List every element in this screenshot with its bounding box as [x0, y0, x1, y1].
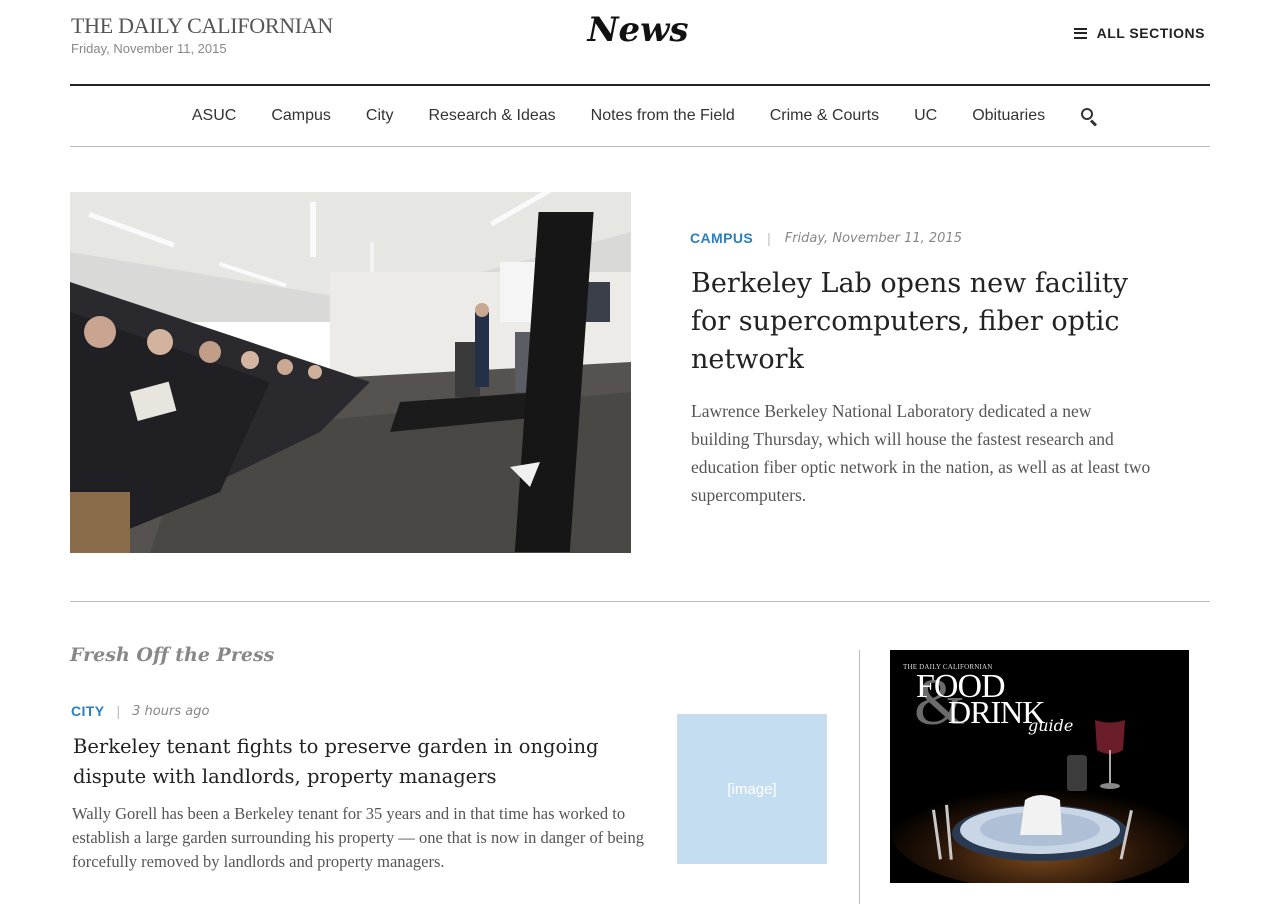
featured-headline[interactable]: Berkeley Lab opens new facility for supe…: [691, 265, 1161, 379]
column-divider: [859, 650, 860, 904]
nav-item-research-ideas[interactable]: Research & Ideas: [428, 107, 555, 125]
section-divider: [70, 601, 1210, 602]
nav-item-obituaries[interactable]: Obituaries: [972, 107, 1045, 125]
nav-item-asuc[interactable]: ASUC: [192, 107, 236, 125]
nav-item-uc[interactable]: UC: [914, 107, 937, 125]
featured-summary: Lawrence Berkeley National Laboratory de…: [691, 401, 1151, 505]
story-thumbnail[interactable]: [image]: [677, 714, 827, 864]
nav-divider: [70, 146, 1210, 147]
story-time: 3 hours ago: [132, 703, 210, 719]
fresh-off-the-press-heading: Fresh Off the Press: [70, 644, 275, 666]
meta-separator: |: [116, 703, 121, 719]
story-headline[interactable]: Berkeley tenant fights to preserve garde…: [73, 732, 633, 792]
story-meta: CITY | 3 hours ago: [71, 703, 209, 719]
nav-item-notes-from-the-field[interactable]: Notes from the Field: [591, 107, 735, 125]
story-summary: Wally Gorell has been a Berkeley tenant …: [72, 804, 645, 871]
thumbnail-placeholder-label: [image]: [727, 780, 777, 798]
hamburger-menu-icon: [1073, 27, 1087, 39]
section-nav: ASUC Campus City Research & Ideas Notes …: [70, 86, 1210, 146]
nav-item-city[interactable]: City: [366, 107, 394, 125]
all-sections-button[interactable]: ALL SECTIONS: [1073, 25, 1205, 41]
featured-date: Friday, November 11, 2015: [784, 230, 962, 246]
featured-story-meta: CAMPUS | Friday, November 11, 2015: [690, 230, 962, 246]
search-icon[interactable]: [1080, 107, 1098, 127]
food-drink-guide-ad[interactable]: THE DAILY CALIFORNIAN & FOOD DRINK guide: [890, 650, 1189, 883]
meta-separator: |: [767, 230, 771, 246]
story-category-link[interactable]: CITY: [71, 703, 105, 719]
nav-item-crime-courts[interactable]: Crime & Courts: [770, 107, 879, 125]
all-sections-label: ALL SECTIONS: [1096, 25, 1205, 41]
nav-item-campus[interactable]: Campus: [271, 107, 331, 125]
ad-title-guide: guide: [1028, 716, 1074, 735]
featured-category-link[interactable]: CAMPUS: [690, 230, 753, 246]
featured-story-image[interactable]: [70, 192, 631, 553]
